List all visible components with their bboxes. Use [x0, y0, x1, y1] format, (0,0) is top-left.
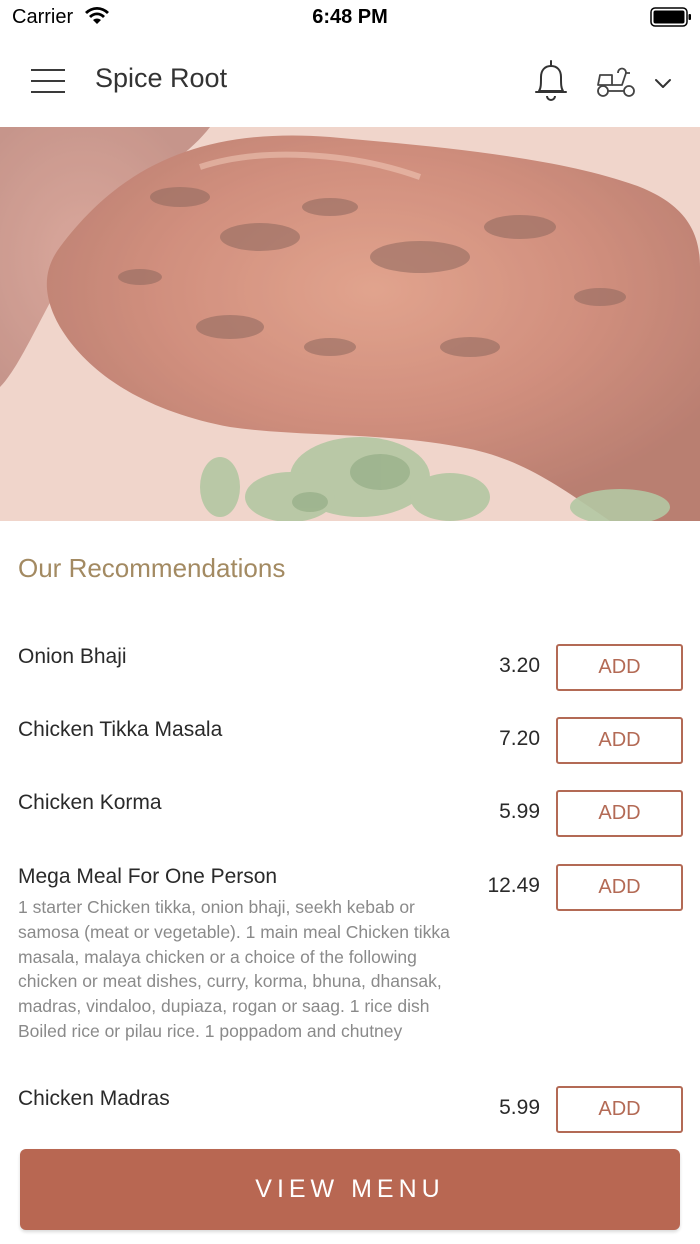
item-name: Chicken Korma [18, 791, 162, 814]
clock: 6:48 PM [312, 6, 388, 28]
menu-icon[interactable] [31, 69, 65, 93]
add-button[interactable]: ADD [556, 1086, 683, 1133]
item-price: 3.20 [499, 654, 540, 677]
add-button[interactable]: ADD [556, 864, 683, 911]
item-price: 7.20 [499, 727, 540, 750]
item-price: 5.99 [499, 1096, 540, 1119]
scooter-icon[interactable] [594, 63, 638, 99]
chevron-down-icon[interactable] [652, 72, 674, 94]
item-name: Mega Meal For One Person [18, 865, 278, 888]
status-bar: Carrier 6:48 PM [0, 0, 700, 34]
item-name: Chicken Tikka Masala [18, 718, 223, 741]
add-button[interactable]: ADD [556, 644, 683, 691]
add-button[interactable]: ADD [556, 717, 683, 764]
hero-food-image [0, 127, 700, 521]
battery-icon [650, 7, 691, 27]
app-title: Spice Root [95, 63, 228, 93]
view-menu-button[interactable]: VIEW MENU [20, 1149, 680, 1230]
item-name: Onion Bhaji [18, 645, 127, 668]
item-description: 1 starter Chicken tikka, onion bhaji, se… [18, 897, 450, 1041]
app-header: Spice Root [0, 34, 700, 127]
item-price: 12.49 [487, 874, 540, 897]
item-name: Chicken Madras [18, 1087, 170, 1110]
section-title: Our Recommendations [18, 553, 286, 583]
item-price: 5.99 [499, 800, 540, 823]
add-button[interactable]: ADD [556, 790, 683, 837]
bell-icon[interactable] [531, 58, 571, 102]
